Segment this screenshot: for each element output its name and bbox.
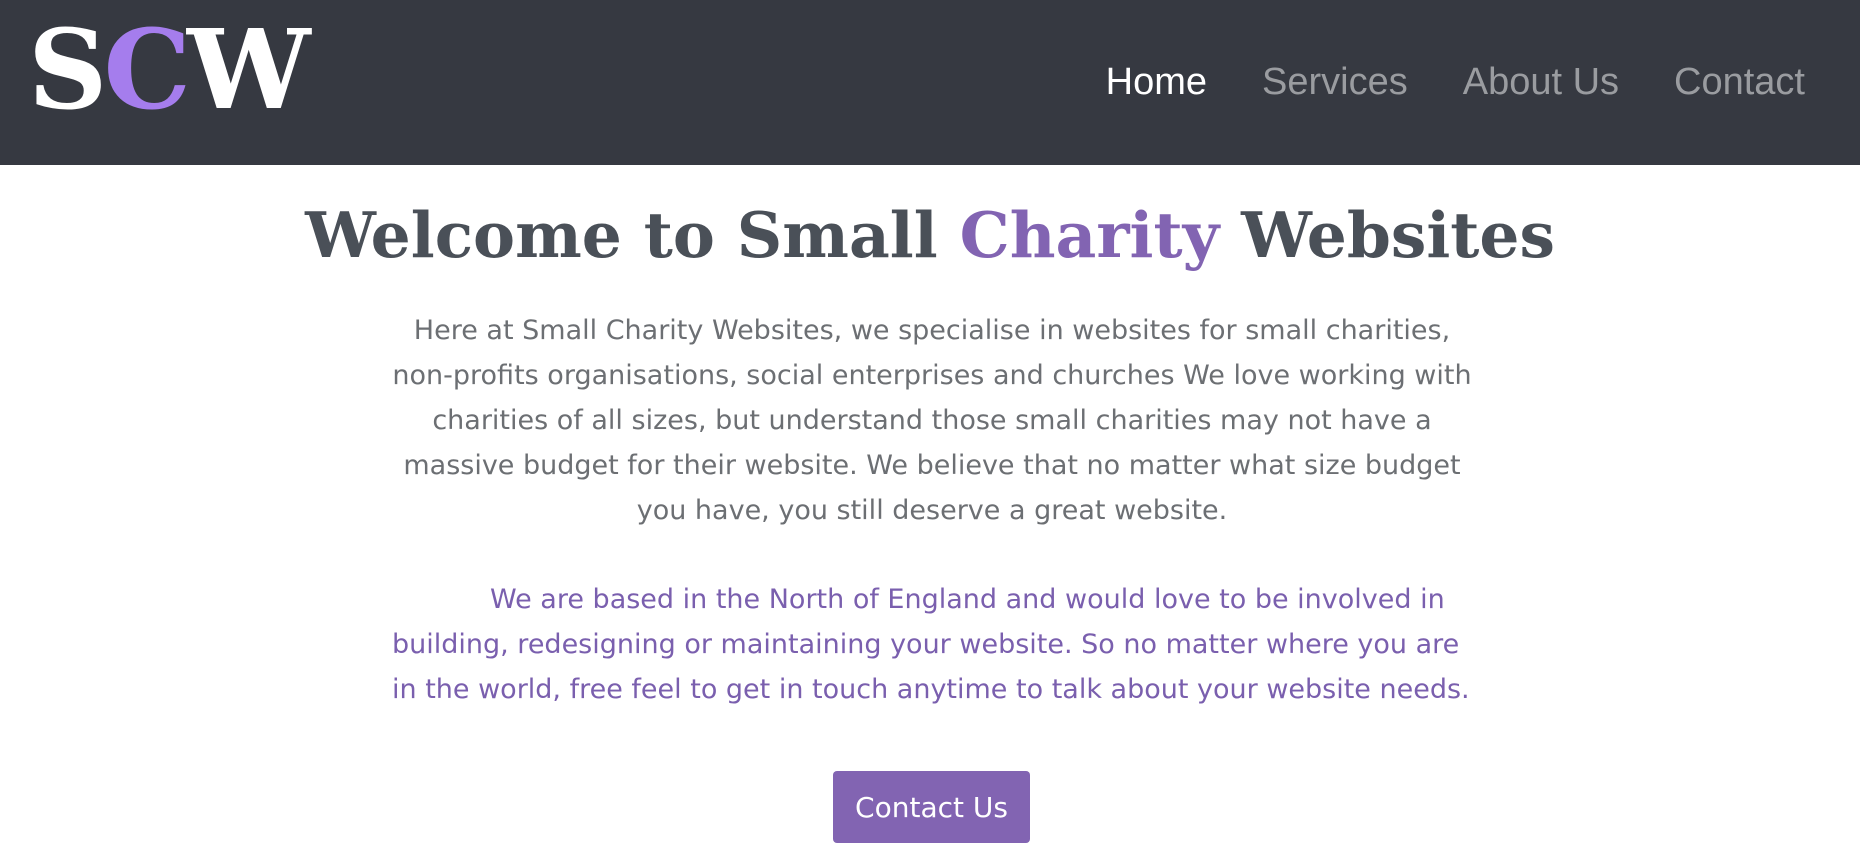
- logo-letter-s: S: [28, 5, 107, 134]
- logo-letter-w: W: [187, 5, 311, 134]
- location-paragraph: We are based in the North of England and…: [392, 584, 1470, 705]
- main-content: Welcome to Small Charity Websites Here a…: [0, 165, 1860, 844]
- page-title: Welcome to Small Charity Websites: [0, 195, 1860, 275]
- main-nav: Home Services About Us Contact: [1106, 0, 1860, 165]
- contact-us-button[interactable]: Contact Us: [833, 771, 1030, 843]
- site-header: SCW Home Services About Us Contact: [0, 0, 1860, 165]
- title-part-1: Welcome to Small: [305, 198, 960, 272]
- intro-paragraph: Here at Small Charity Websites, we speci…: [392, 315, 1472, 526]
- nav-contact[interactable]: Contact: [1674, 61, 1805, 104]
- title-highlight: Charity: [959, 198, 1220, 272]
- nav-home[interactable]: Home: [1106, 61, 1207, 104]
- nav-services[interactable]: Services: [1262, 61, 1408, 104]
- logo[interactable]: SCW: [28, 5, 311, 134]
- logo-letter-c: C: [103, 5, 191, 134]
- nav-about-us[interactable]: About Us: [1463, 61, 1619, 104]
- title-part-2: Websites: [1219, 198, 1555, 272]
